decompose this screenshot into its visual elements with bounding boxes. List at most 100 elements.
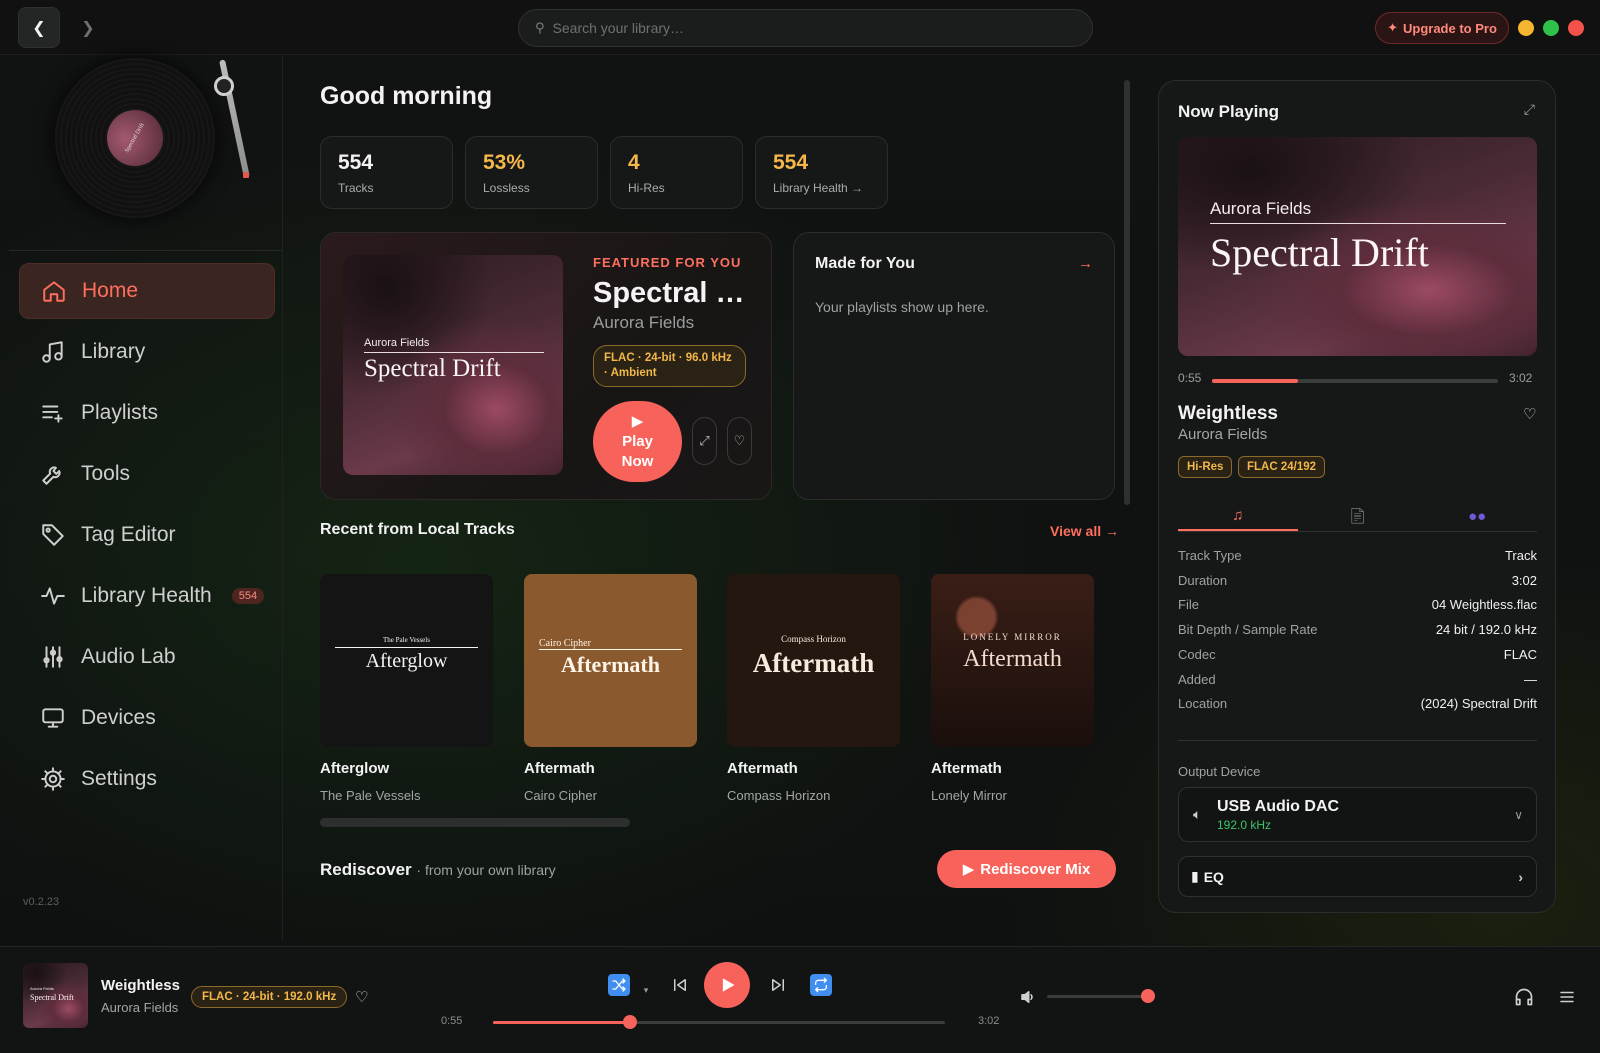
speaker-icon: 🔈︎ xyxy=(1193,806,1202,822)
seek-fill xyxy=(493,1021,630,1024)
search-input[interactable] xyxy=(552,20,1033,36)
tab-track-info[interactable]: ♫ xyxy=(1178,501,1298,531)
play-button[interactable] xyxy=(704,962,750,1008)
seek-bar[interactable] xyxy=(493,1021,945,1024)
queue-icon xyxy=(1560,991,1574,1003)
sidebar-item-library-health[interactable]: Library Health 554 xyxy=(19,568,275,624)
tab-lyrics[interactable]: 📄︎ xyxy=(1298,501,1418,531)
device-rate: 192.0 kHz xyxy=(1217,818,1272,832)
play-now-button[interactable]: ▶ Play Now xyxy=(593,401,682,482)
album-title: Afterglow xyxy=(320,760,390,777)
repeat-button[interactable] xyxy=(810,974,832,996)
sidebar-item-tools[interactable]: Tools xyxy=(19,446,275,502)
detail-row: Codec FLAC xyxy=(1178,647,1537,662)
device-name: USB Audio DAC xyxy=(1217,798,1340,815)
featured-kicker: FEATURED FOR YOU xyxy=(593,255,742,270)
player-track-artist[interactable]: Aurora Fields xyxy=(101,1000,178,1015)
elapsed-time: 0:55 xyxy=(1178,371,1202,385)
album-card[interactable]: Compass Horizon Aftermath Aftermath Compass… xyxy=(727,574,900,803)
view-all-link[interactable]: View all → xyxy=(1050,523,1119,539)
rediscover-mix-button[interactable]: ▶ Rediscover Mix xyxy=(937,850,1116,888)
tag-icon xyxy=(39,521,67,549)
detail-key: Codec xyxy=(1178,646,1216,662)
album-art: LONELY MIRROR Aftermath xyxy=(931,574,1094,747)
maximize-button[interactable] xyxy=(1543,20,1559,36)
next-button[interactable] xyxy=(767,974,789,996)
rediscover-title: Rediscover xyxy=(320,860,412,879)
music-note-icon: ♫ xyxy=(1232,506,1244,524)
stat-label: Tracks xyxy=(338,181,374,195)
art-artist-text: Compass Horizon xyxy=(781,634,846,644)
forward-button[interactable]: ❯ xyxy=(67,7,109,48)
output-device-select[interactable]: 🔈︎ USB Audio DAC 192.0 kHz ∨ xyxy=(1178,787,1537,842)
heart-icon[interactable]: ♡ xyxy=(1523,405,1536,423)
featured-title[interactable]: Spectral Drift xyxy=(593,277,753,310)
art-album-text: Spectral Drift xyxy=(30,993,74,1002)
expand-button[interactable]: ⤢ xyxy=(692,417,717,465)
player-album-art[interactable]: Aurora Fields Spectral Drift xyxy=(23,963,88,1028)
queue-button[interactable] xyxy=(1556,986,1578,1008)
recent-section-title: Recent from Local Tracks xyxy=(320,521,515,538)
upgrade-label: Upgrade to Pro xyxy=(1403,20,1497,36)
previous-button[interactable] xyxy=(669,974,691,996)
art-album-text: Spectral Drift xyxy=(364,355,501,382)
album-card[interactable]: LONELY MIRROR Aftermath Aftermath Lonely Mi… xyxy=(931,574,1094,803)
stat-value: 53% xyxy=(483,151,526,174)
sidebar-item-badge: 554 xyxy=(231,588,265,604)
shuffle-mode-dropdown[interactable]: ▾ xyxy=(642,985,650,995)
sidebar-item-library[interactable]: Library xyxy=(19,324,275,380)
sidebar-item-audio-lab[interactable]: Audio Lab xyxy=(19,629,275,685)
expand-icon[interactable]: ⤢ xyxy=(1524,101,1535,118)
detail-row: Added — xyxy=(1178,672,1537,687)
sidebar-item-devices[interactable]: Devices xyxy=(19,690,275,746)
now-playing-progress[interactable] xyxy=(1212,379,1498,383)
search-icon: ⚲ xyxy=(535,20,545,35)
player-duration: 3:02 xyxy=(978,1015,1000,1027)
featured-artist[interactable]: Aurora Fields xyxy=(593,313,694,333)
player-elapsed: 0:55 xyxy=(441,1015,463,1027)
search-bar[interactable]: ⚲ xyxy=(518,9,1093,47)
output-device-label: Output Device xyxy=(1178,764,1261,779)
mute-button[interactable] xyxy=(1017,986,1039,1008)
favorite-button[interactable]: ♡ xyxy=(727,417,752,465)
stat-value: 4 xyxy=(628,151,640,174)
skip-back-icon xyxy=(674,979,686,991)
detail-value: 3:02 xyxy=(1511,572,1537,588)
album-card[interactable]: Cairo Cipher Aftermath Aftermath Cairo Ciph… xyxy=(524,574,697,803)
stat-value: 554 xyxy=(338,151,374,174)
sidebar-item-home[interactable]: Home xyxy=(19,263,275,319)
divider xyxy=(1178,740,1537,741)
detail-row: Bit Depth / Sample Rate 24 bit / 192.0 kH… xyxy=(1178,622,1537,637)
horizontal-scrollbar[interactable] xyxy=(320,818,630,827)
album-artist: Lonely Mirror xyxy=(931,788,1007,803)
art-artist-text: LONELY MIRROR xyxy=(963,632,1062,642)
back-button[interactable]: ❮ xyxy=(18,7,60,48)
made-for-you-arrow[interactable]: → xyxy=(1078,255,1093,272)
stat-card[interactable]: 554 Library Health → xyxy=(755,136,888,209)
main-vertical-scrollbar[interactable] xyxy=(1124,80,1130,505)
album-card[interactable]: The Pale Vessels Afterglow Afterglow The Pa… xyxy=(320,574,493,803)
upgrade-button[interactable]: ✦ Upgrade to Pro xyxy=(1375,12,1509,44)
volume-slider[interactable] xyxy=(1047,995,1153,998)
heart-icon[interactable]: ♡ xyxy=(355,988,368,1006)
sidebar-item-settings[interactable]: Settings xyxy=(19,751,275,807)
album-title: Aftermath xyxy=(524,760,595,777)
close-button[interactable] xyxy=(1568,20,1584,36)
track-artist[interactable]: Aurora Fields xyxy=(1178,426,1267,443)
shuffle-button[interactable] xyxy=(608,974,630,996)
player-track-title[interactable]: Weightless xyxy=(101,977,180,994)
rediscover-mix-label: Rediscover Mix xyxy=(980,860,1091,878)
eq-button[interactable]: ▮ EQ › xyxy=(1178,856,1537,897)
tab-credits[interactable]: ●● xyxy=(1417,501,1537,531)
turntable-illustration: Spectral Drift xyxy=(9,56,283,251)
sidebar-item-label: Devices xyxy=(81,706,156,729)
featured-album-art[interactable]: Aurora Fields Spectral Drift xyxy=(343,255,563,475)
sidebar-item-label: Tag Editor xyxy=(81,523,176,546)
sidebar-item-tag-editor[interactable]: Tag Editor xyxy=(19,507,275,563)
sidebar-nav: Home Library Playlists Tools Tag Editor Libra… xyxy=(19,263,275,812)
seek-handle[interactable] xyxy=(622,1015,637,1029)
minimize-button[interactable] xyxy=(1518,20,1534,36)
sidebar-item-playlists[interactable]: Playlists xyxy=(19,385,275,441)
headphones-button[interactable] xyxy=(1513,986,1535,1008)
volume-handle[interactable] xyxy=(1140,989,1155,1003)
